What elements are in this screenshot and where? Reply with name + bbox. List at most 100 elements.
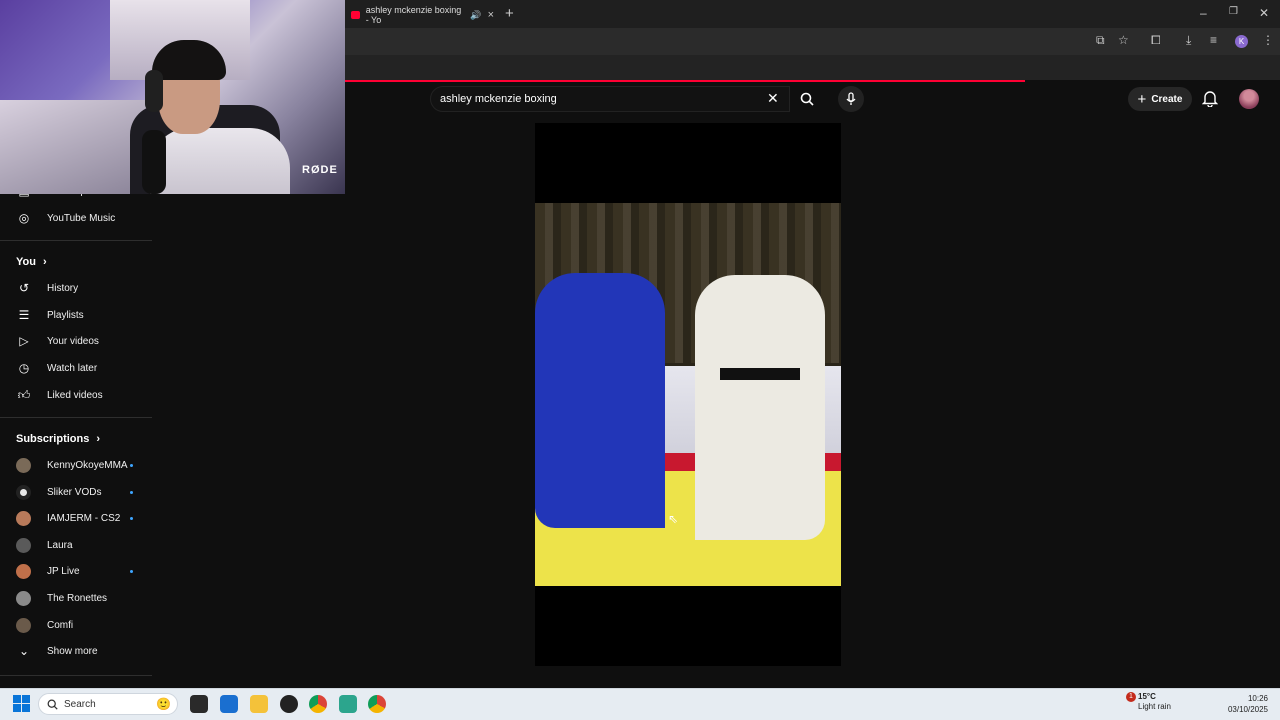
task-view-icon[interactable] <box>190 695 208 713</box>
browser-toolbar <box>345 28 1280 55</box>
sidebar-item-watch-later[interactable]: ◷ Watch later <box>0 355 155 381</box>
channel-name: The Ronettes <box>47 592 108 604</box>
sidebar-divider <box>0 417 152 418</box>
bookmark-bar <box>345 55 1280 80</box>
new-content-dot <box>130 569 133 573</box>
windows-start-icon[interactable] <box>13 695 30 712</box>
extensions-icon[interactable]: ⧠ <box>1151 33 1161 48</box>
media-controls-icon[interactable]: ≡ <box>1210 33 1217 47</box>
new-content-dot <box>130 463 133 467</box>
bell-icon <box>1201 91 1219 108</box>
search-icon <box>800 92 814 106</box>
webcam-microphone <box>142 130 166 194</box>
sidebar-channel-iamjerm[interactable]: IAMJERM - CS2 <box>0 505 155 531</box>
sidebar-item-label: Watch later <box>47 362 98 374</box>
channel-name: KennyOkoyeMMA <box>47 459 128 471</box>
taskbar-search-input[interactable]: Search 🙂 <box>38 693 178 715</box>
channel-avatar <box>16 457 31 473</box>
tab-audio-icon[interactable]: 🔊 <box>470 10 481 21</box>
create-button[interactable]: + Create <box>1128 87 1192 111</box>
sidebar-item-label: Liked videos <box>47 389 103 401</box>
video-player[interactable] <box>535 123 841 666</box>
install-app-icon[interactable]: ⧉ <box>1096 33 1105 48</box>
chevron-right-icon: › <box>43 256 47 268</box>
sidebar-item-playlists[interactable]: ☰ Playlists <box>0 302 155 328</box>
minimize-button[interactable]: – <box>1200 6 1207 20</box>
microphone-icon <box>846 92 856 105</box>
new-content-dot <box>130 490 133 494</box>
sidebar-channel-the-ronettes[interactable]: The Ronettes <box>0 585 155 611</box>
channel-name: JP Live <box>47 565 80 577</box>
sidebar-channel-laura[interactable]: Laura <box>0 532 155 558</box>
downloads-icon[interactable]: ⤓ <box>1186 33 1191 48</box>
sidebar-item-your-videos[interactable]: ▷ Your videos <box>0 328 155 354</box>
weather-desc: Light rain <box>1138 702 1171 711</box>
playlists-icon: ☰ <box>18 308 30 322</box>
chrome-profile-icon[interactable] <box>368 695 386 713</box>
new-tab-button[interactable]: + <box>505 5 514 22</box>
sidebar-divider <box>0 675 152 676</box>
clock-date: 03/10/2025 <box>1227 705 1268 714</box>
your-videos-icon: ▷ <box>19 334 29 348</box>
history-icon: ↺ <box>18 281 30 295</box>
chevron-right-icon: › <box>96 433 101 445</box>
weather-alert-badge: 1 <box>1126 692 1136 702</box>
notes-app-icon[interactable] <box>339 695 357 713</box>
channel-avatar <box>16 510 31 526</box>
video-judoka-white <box>695 275 825 540</box>
you-section-header[interactable]: You › <box>16 256 47 268</box>
sidebar-item-label: Playlists <box>47 309 84 321</box>
browser-tab-active[interactable]: ashley mckenzie boxing - Yo 🔊 × <box>345 2 500 28</box>
channel-avatar <box>16 617 31 633</box>
sidebar-channel-kennyokoyemma[interactable]: KennyOkoyeMMA <box>0 452 155 478</box>
video-judoka-blue <box>535 273 665 528</box>
search-query-text: ashley mckenzie boxing <box>440 93 557 105</box>
store-app-icon[interactable] <box>220 695 238 713</box>
browser-menu-icon[interactable]: ⋮ <box>1262 33 1274 47</box>
channel-avatar <box>16 484 31 500</box>
clear-search-icon[interactable]: ✕ <box>767 90 779 107</box>
search-input[interactable]: ashley mckenzie boxing <box>430 86 790 112</box>
channel-name: Laura <box>47 539 73 551</box>
tab-title: ashley mckenzie boxing - Yo <box>365 5 462 25</box>
weather-widget[interactable]: 1 15°C Light rain <box>1120 692 1171 712</box>
sidebar-item-history[interactable]: ↺ History <box>0 275 155 301</box>
emoji-icon: 🙂 <box>156 697 171 711</box>
sidebar-channel-comfi[interactable]: Comfi <box>0 612 155 638</box>
notifications-button[interactable] <box>1201 90 1219 112</box>
file-explorer-icon[interactable] <box>250 695 268 713</box>
plus-icon: + <box>1137 90 1147 108</box>
sidebar-divider <box>0 240 152 241</box>
webcam-person-shirt <box>150 128 290 194</box>
webcam-background-bed <box>0 100 150 194</box>
mouse-cursor-icon: ⇖ <box>668 512 679 526</box>
youtube-favicon-icon <box>351 11 360 19</box>
sidebar-channel-sliker-vods[interactable]: Sliker VODs <box>0 479 155 505</box>
show-more-button[interactable]: ⌄ Show more <box>0 638 155 664</box>
new-content-dot <box>130 516 133 520</box>
search-button[interactable] <box>792 86 822 112</box>
channel-name: Sliker VODs <box>47 486 102 498</box>
sidebar-item-label: YouTube Music <box>47 212 116 224</box>
app-icon[interactable] <box>280 695 298 713</box>
subscriptions-section-title: Subscriptions <box>16 433 90 445</box>
browser-profile-avatar[interactable]: K <box>1235 35 1248 48</box>
voice-search-button[interactable] <box>838 86 864 112</box>
restore-button[interactable]: ❐ <box>1229 6 1238 17</box>
sidebar-channel-jp-live[interactable]: JP Live <box>0 558 155 584</box>
taskbar-clock[interactable]: 10:26 03/10/2025 <box>1220 693 1268 715</box>
subscriptions-section-header[interactable]: Subscriptions › <box>16 433 100 445</box>
account-avatar[interactable] <box>1239 89 1259 109</box>
you-section-title: You <box>16 256 36 268</box>
chrome-icon[interactable] <box>309 695 327 713</box>
liked-videos-icon: 👍︎ <box>17 387 31 402</box>
sidebar-item-youtube-music[interactable]: ◎ YouTube Music <box>0 205 155 231</box>
taskbar-search-label: Search <box>64 698 96 710</box>
tab-close-icon[interactable]: × <box>488 9 494 21</box>
bookmark-star-icon[interactable]: ☆ <box>1118 33 1129 47</box>
create-label: Create <box>1151 93 1183 105</box>
close-window-button[interactable]: ✕ <box>1259 6 1269 20</box>
video-frame <box>535 203 841 586</box>
microphone-brand-label: RØDE <box>302 164 338 176</box>
sidebar-item-liked-videos[interactable]: 👍︎ Liked videos <box>0 382 155 408</box>
